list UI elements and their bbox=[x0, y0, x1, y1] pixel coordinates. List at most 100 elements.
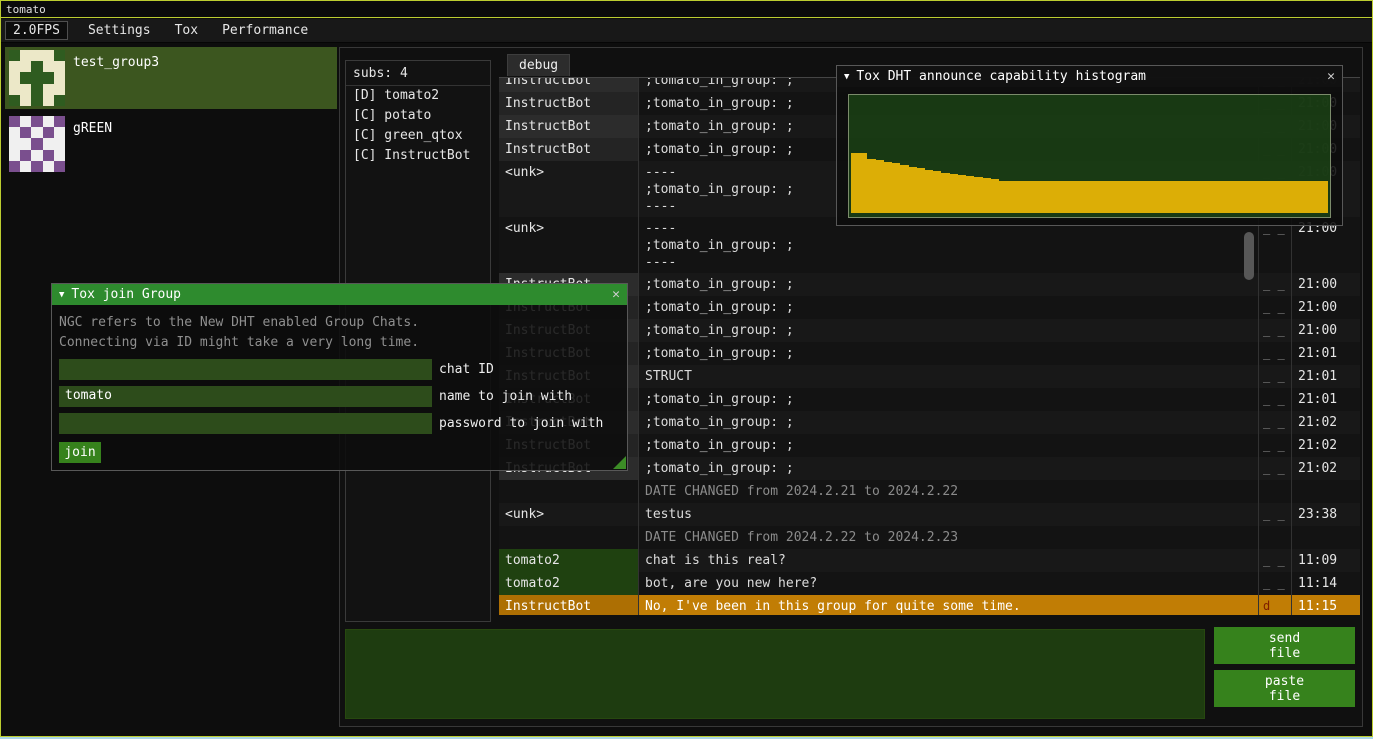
histogram-bar bbox=[983, 178, 991, 213]
join-group-titlebar[interactable]: ▼ Tox join Group ✕ bbox=[52, 284, 627, 305]
group-name: gREEN bbox=[73, 116, 112, 136]
window-title: tomato bbox=[6, 3, 46, 16]
receipt-marks: _ _ bbox=[1259, 572, 1292, 595]
chat-message-row[interactable]: InstructBotNo, I've been in this group f… bbox=[499, 595, 1360, 615]
close-icon[interactable]: ✕ bbox=[1327, 69, 1335, 84]
message-text: ;tomato_in_group: ; bbox=[639, 457, 1259, 480]
timestamp: 21:02 bbox=[1292, 411, 1360, 434]
message-text: DATE CHANGED from 2024.2.22 to 2024.2.23 bbox=[639, 526, 1259, 549]
sender-name: tomato2 bbox=[499, 572, 639, 595]
histogram-bar bbox=[917, 168, 925, 213]
histogram-bar bbox=[1040, 181, 1048, 213]
timestamp: 21:00 bbox=[1292, 296, 1360, 319]
join-password-label: password to join with bbox=[439, 416, 603, 431]
receipt-marks: _ _ bbox=[1259, 549, 1292, 572]
sidebar-group-test_group3[interactable]: test_group3 bbox=[5, 47, 337, 109]
histogram-bar bbox=[1188, 181, 1196, 213]
join-button[interactable]: join bbox=[59, 442, 101, 463]
join-info-line: NGC refers to the New DHT enabled Group … bbox=[59, 313, 620, 333]
receipt-marks: _ _ bbox=[1259, 503, 1292, 526]
chat-message-row[interactable]: tomato2bot, are you new here?_ _11:14 bbox=[499, 572, 1360, 595]
histogram-bar bbox=[941, 173, 949, 213]
message-text: chat is this real? bbox=[639, 549, 1259, 572]
window-titlebar: tomato bbox=[1, 1, 1372, 18]
join-password-input[interactable] bbox=[59, 413, 432, 434]
histogram-bar bbox=[1229, 181, 1237, 213]
chat-id-label: chat ID bbox=[439, 362, 494, 377]
histogram-bar bbox=[851, 153, 859, 213]
sender-name: tomato2 bbox=[499, 549, 639, 572]
chat-message-row[interactable]: InstructBot;tomato_in_group: ;_ _21:00 bbox=[499, 296, 1360, 319]
group-name: test_group3 bbox=[73, 50, 159, 70]
histogram-bar bbox=[1204, 181, 1212, 213]
menu-settings[interactable]: Settings bbox=[76, 21, 163, 40]
chat-message-row[interactable]: InstructBot;tomato_in_group: ;_ _21:02 bbox=[499, 411, 1360, 434]
histogram-bar bbox=[1180, 181, 1188, 213]
histogram-bar bbox=[1122, 181, 1130, 213]
receipt-marks: _ _ bbox=[1259, 296, 1292, 319]
resize-grip[interactable] bbox=[613, 456, 626, 469]
chat-message-row[interactable]: InstructBot;tomato_in_group: ;_ _21:02 bbox=[499, 434, 1360, 457]
sidebar-group-gREEN[interactable]: gREEN bbox=[5, 113, 337, 175]
chat-message-row[interactable]: InstructBot;tomato_in_group: ;_ _21:00 bbox=[499, 319, 1360, 342]
join-name-input[interactable]: tomato bbox=[59, 386, 432, 407]
histogram-bar bbox=[1196, 181, 1204, 213]
member-list: [D] tomato2[C] potato[C] green_qtox[C] I… bbox=[346, 86, 490, 166]
histogram-bar bbox=[859, 153, 867, 213]
histogram-bar bbox=[867, 159, 875, 213]
receipt-marks: _ _ bbox=[1259, 434, 1292, 457]
histogram-bar bbox=[1098, 181, 1106, 213]
histogram-bar bbox=[1311, 181, 1319, 213]
member-item[interactable]: [C] InstructBot bbox=[346, 146, 490, 166]
histogram-bar bbox=[1237, 181, 1245, 213]
sender-name bbox=[499, 480, 639, 503]
menu-tox[interactable]: Tox bbox=[163, 21, 210, 40]
collapse-arrow-icon[interactable]: ▼ bbox=[844, 72, 849, 82]
join-group-body: NGC refers to the New DHT enabled Group … bbox=[52, 305, 627, 470]
timestamp: 21:01 bbox=[1292, 388, 1360, 411]
chat-message-row[interactable]: tomato2chat is this real?_ _11:09 bbox=[499, 549, 1360, 572]
member-item[interactable]: [C] green_qtox bbox=[346, 126, 490, 146]
chat-scrollbar-thumb[interactable] bbox=[1244, 232, 1254, 280]
message-text: No, I've been in this group for quite so… bbox=[639, 595, 1259, 615]
histogram-bar bbox=[933, 171, 941, 213]
message-text: bot, are you new here? bbox=[639, 572, 1259, 595]
histogram-bar bbox=[1081, 181, 1089, 213]
histogram-bar bbox=[1130, 181, 1138, 213]
timestamp: 21:01 bbox=[1292, 342, 1360, 365]
timestamp: 21:02 bbox=[1292, 457, 1360, 480]
member-item[interactable]: [D] tomato2 bbox=[346, 86, 490, 106]
message-input[interactable] bbox=[345, 629, 1205, 719]
message-text: ;tomato_in_group: ; bbox=[639, 296, 1259, 319]
dht-histogram-title: Tox DHT announce capability histogram bbox=[856, 69, 1146, 84]
histogram-bar bbox=[1056, 181, 1064, 213]
timestamp bbox=[1292, 480, 1360, 503]
receipt-marks: _ _ bbox=[1259, 457, 1292, 480]
histogram-bar bbox=[1024, 181, 1032, 213]
paste-file-button[interactable]: paste file bbox=[1214, 670, 1355, 707]
chat-id-input[interactable] bbox=[59, 359, 432, 380]
chat-message-row[interactable]: InstructBot;tomato_in_group: ;_ _21:01 bbox=[499, 342, 1360, 365]
chat-message-row[interactable]: InstructBot;tomato_in_group: ;_ _21:02 bbox=[499, 457, 1360, 480]
fps-counter: 2.0FPS bbox=[5, 21, 68, 40]
subs-header: subs: 4 bbox=[346, 61, 490, 86]
message-text: ;tomato_in_group: ; bbox=[639, 388, 1259, 411]
group-avatar bbox=[9, 116, 65, 172]
menu-bar: 2.0FPS Settings Tox Performance bbox=[1, 19, 1372, 43]
chat-message-row[interactable]: InstructBot;tomato_in_group: ;_ _21:00 bbox=[499, 273, 1360, 296]
close-icon[interactable]: ✕ bbox=[612, 287, 620, 302]
dht-histogram-titlebar[interactable]: ▼ Tox DHT announce capability histogram … bbox=[837, 66, 1342, 87]
receipt-marks: _ _ bbox=[1259, 319, 1292, 342]
tab-debug[interactable]: debug bbox=[507, 54, 570, 76]
collapse-arrow-icon[interactable]: ▼ bbox=[59, 290, 64, 300]
send-file-button[interactable]: send file bbox=[1214, 627, 1355, 664]
chat-message-row[interactable]: InstructBot;tomato_in_group: ;_ _21:01 bbox=[499, 388, 1360, 411]
paste-file-label-line1: paste bbox=[1265, 674, 1304, 689]
sender-name: InstructBot bbox=[499, 78, 639, 92]
message-text: ;tomato_in_group: ; bbox=[639, 319, 1259, 342]
chat-message-row[interactable]: <unk>testus_ _23:38 bbox=[499, 503, 1360, 526]
message-text: STRUCT bbox=[639, 365, 1259, 388]
member-item[interactable]: [C] potato bbox=[346, 106, 490, 126]
menu-performance[interactable]: Performance bbox=[210, 21, 320, 40]
chat-message-row[interactable]: InstructBotSTRUCT_ _21:01 bbox=[499, 365, 1360, 388]
